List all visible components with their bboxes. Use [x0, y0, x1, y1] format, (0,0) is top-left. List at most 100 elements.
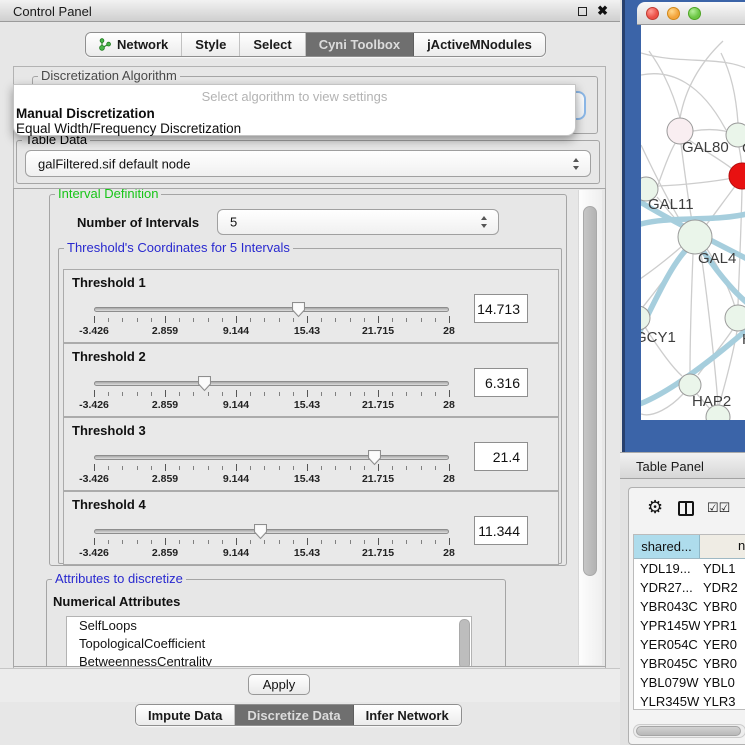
- vertical-scrollbar-thumb[interactable]: [583, 206, 597, 576]
- network-edge[interactable]: [658, 142, 676, 185]
- tab-cyni-toolbox[interactable]: Cyni Toolbox: [306, 33, 414, 56]
- tick-label: 9.144: [223, 325, 249, 337]
- network-node[interactable]: [678, 220, 712, 254]
- control-panel: Control Panel ✖ Network Style Select Cyn…: [0, 0, 620, 745]
- number-of-intervals-combobox[interactable]: 5: [217, 209, 499, 235]
- tick-label: -3.426: [79, 547, 109, 559]
- tick-label: 15.43: [294, 473, 320, 485]
- table-row[interactable]: YLR345WYLR3: [634, 692, 745, 710]
- network-edge[interactable]: [690, 254, 693, 374]
- screen: Control Panel ✖ Network Style Select Cyn…: [0, 0, 745, 745]
- slider-ticks: [94, 464, 449, 472]
- threshold-coordinates-label: Threshold's Coordinates for 5 Intervals: [64, 241, 293, 255]
- network-icon: [99, 38, 112, 51]
- attribute-item[interactable]: TopologicalCoefficient: [67, 635, 471, 653]
- table-row[interactable]: YPR145WYPR1: [634, 616, 745, 635]
- cell-name: YDR2: [700, 578, 745, 597]
- column-header-name-label: name: [738, 538, 745, 553]
- threshold-4-value-field[interactable]: [474, 516, 528, 545]
- algorithm-dropdown-popup: Select algorithm to view settings Manual…: [13, 84, 576, 136]
- table-panel-titlebar: Table Panel: [620, 452, 745, 479]
- list-scrollbar-thumb[interactable]: [459, 619, 470, 667]
- table-row[interactable]: YER054CYER0: [634, 635, 745, 654]
- minimize-traffic-light[interactable]: [667, 7, 680, 20]
- tick-label: -3.426: [79, 399, 109, 411]
- network-node[interactable]: [725, 305, 745, 331]
- table-data-combobox[interactable]: galFiltered.sif default node: [25, 150, 591, 177]
- threshold-1-panel: Threshold 1 -3.4262.8599.14415.4321.7152…: [63, 269, 559, 343]
- tick-label: 2.859: [152, 399, 178, 411]
- table-row[interactable]: YDR27...YDR2: [634, 578, 745, 597]
- network-graph: GAL80GCGAL11GAL4GCY1HHAP2: [641, 25, 745, 420]
- table-hscrollbar-thumb[interactable]: [636, 726, 741, 736]
- tab-select-label: Select: [253, 37, 291, 52]
- tab-impute-data[interactable]: Impute Data: [136, 705, 235, 725]
- network-edge[interactable]: [658, 178, 733, 186]
- tab-infer-network[interactable]: Infer Network: [354, 705, 461, 725]
- node-table: shared... name YDL19...YDL1YDR27...YDR2Y…: [633, 534, 745, 710]
- float-window-icon[interactable]: [578, 7, 587, 16]
- tab-network-label: Network: [117, 37, 168, 52]
- tick-label: 9.144: [223, 547, 249, 559]
- network-edge[interactable]: [680, 41, 723, 118]
- settings-scroll-area: Interval Definition Number of Intervals …: [13, 188, 606, 667]
- network-window-titlebar: [637, 2, 745, 25]
- node-label: GCY1: [641, 329, 676, 346]
- column-select-icons[interactable]: ☑☑: [707, 500, 730, 516]
- table-row[interactable]: YBR045CYBR0: [634, 654, 745, 673]
- slider-track[interactable]: [94, 307, 449, 312]
- dropdown-option[interactable]: Manual Discretization: [15, 106, 571, 121]
- table-row[interactable]: YBR043CYBR0: [634, 597, 745, 616]
- tab-network[interactable]: Network: [86, 33, 182, 56]
- tab-select[interactable]: Select: [240, 33, 305, 56]
- tab-discretize-data[interactable]: Discretize Data: [235, 705, 353, 725]
- tick-label: 2.859: [152, 547, 178, 559]
- attribute-item[interactable]: SelfLoops: [67, 617, 471, 635]
- threshold-1-label: Threshold 1: [72, 275, 146, 290]
- slider-track[interactable]: [94, 455, 449, 460]
- slider-tick-labels: -3.4262.8599.14415.4321.71528: [94, 325, 449, 337]
- apply-button[interactable]: Apply: [248, 674, 310, 695]
- network-edge[interactable]: [641, 394, 683, 415]
- cell-name: YPR1: [700, 616, 745, 635]
- table-row[interactable]: YDL19...YDL1: [634, 559, 745, 578]
- close-icon[interactable]: ✖: [597, 3, 608, 19]
- top-tabbar: Network Style Select Cyni Toolbox jActiv…: [85, 32, 546, 57]
- gear-icon[interactable]: ⚙: [647, 497, 663, 518]
- tab-jactivemnodules[interactable]: jActiveMNodules: [414, 33, 545, 56]
- table-row[interactable]: YBL079WYBL0: [634, 673, 745, 692]
- numerical-attributes-list[interactable]: SelfLoopsTopologicalCoefficientBetweenne…: [66, 616, 472, 667]
- table-panel-title: Table Panel: [636, 459, 704, 474]
- split-view-icon[interactable]: [678, 501, 694, 516]
- threshold-1-value-field[interactable]: [474, 294, 528, 323]
- threshold-4-panel: Threshold 4 -3.4262.8599.14415.4321.7152…: [63, 491, 559, 565]
- network-edge[interactable]: [701, 253, 718, 405]
- table-horizontal-scrollbar[interactable]: [633, 724, 745, 738]
- cell-shared-name: YER054C: [634, 635, 700, 654]
- combo-spinner-icon: [481, 216, 488, 228]
- column-header-shared-name[interactable]: shared...: [634, 535, 700, 558]
- threshold-2-value-field[interactable]: [474, 368, 528, 397]
- slider-track[interactable]: [94, 381, 449, 386]
- close-traffic-light[interactable]: [646, 7, 659, 20]
- cell-name: YBR0: [700, 597, 745, 616]
- network-edge[interactable]: [649, 51, 680, 118]
- slider-tick-labels: -3.4262.8599.14415.4321.71528: [94, 399, 449, 411]
- numerical-attributes-heading: Numerical Attributes: [53, 594, 180, 609]
- attribute-item[interactable]: BetweennessCentrality: [67, 653, 471, 667]
- vertical-scrollbar[interactable]: [578, 190, 602, 665]
- network-edge[interactable]: [738, 189, 742, 305]
- tab-style[interactable]: Style: [182, 33, 240, 56]
- slider-tick-labels: -3.4262.8599.14415.4321.71528: [94, 473, 449, 485]
- network-node[interactable]: [729, 163, 745, 189]
- threshold-3-value-field[interactable]: [474, 442, 528, 471]
- zoom-traffic-light[interactable]: [688, 7, 701, 20]
- slider-track[interactable]: [94, 529, 449, 534]
- cell-shared-name: YBL079W: [634, 673, 700, 692]
- threshold-2-label: Threshold 2: [72, 349, 146, 364]
- table-rows: YDL19...YDL1YDR27...YDR2YBR043CYBR0YPR14…: [634, 559, 745, 710]
- dropdown-option[interactable]: Equal Width/Frequency Discretization: [15, 121, 571, 136]
- slider-ticks: [94, 316, 449, 324]
- network-canvas[interactable]: GAL80GCGAL11GAL4GCY1HHAP2: [641, 25, 745, 420]
- column-header-name[interactable]: name: [700, 535, 745, 558]
